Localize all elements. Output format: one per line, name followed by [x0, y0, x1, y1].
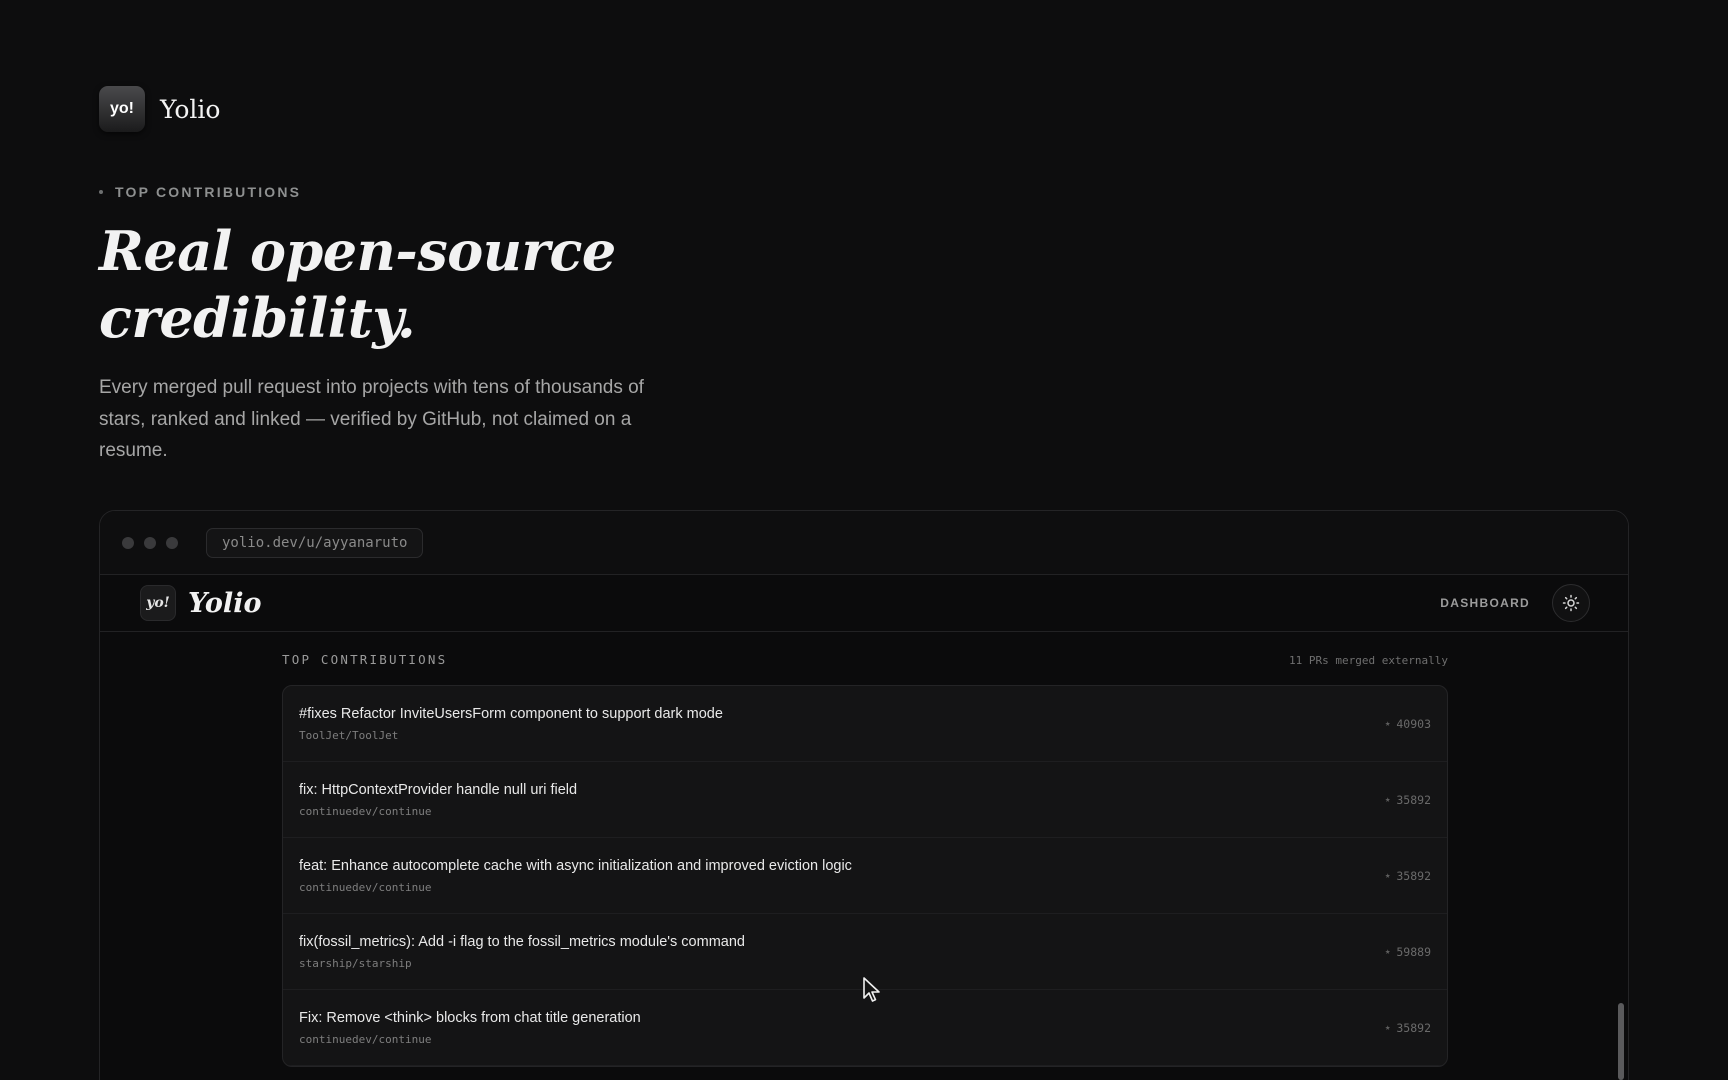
window-close-dot [122, 536, 134, 549]
contributions-header: TOP CONTRIBUTIONS 11 PRs merged external… [282, 632, 1448, 672]
hero-title-line1: Real open-source [99, 219, 616, 283]
pr-stars-count: 35892 [1396, 792, 1431, 807]
pr-title: Fix: Remove <think> blocks from chat tit… [299, 1009, 641, 1026]
eyebrow-dot [99, 190, 103, 194]
theme-toggle-button[interactable] [1552, 584, 1590, 622]
pr-row[interactable]: fix: HttpContextProvider handle null uri… [283, 762, 1447, 838]
pr-stars: ★ 35892 [1385, 793, 1431, 807]
app-brand[interactable]: yo! Yolio [140, 585, 261, 621]
pr-repo: continuedev/continue [299, 880, 432, 894]
contributions-meta: 11 PRs merged externally [1289, 654, 1448, 667]
nav-right: DASHBOARD [1440, 584, 1590, 622]
app-navbar: yo! Yolio DASHBOARD [100, 575, 1628, 632]
pr-title: #fixes Refactor InviteUsersForm componen… [299, 705, 723, 722]
pr-stars: ★ 59889 [1385, 945, 1431, 959]
star-icon: ★ [1384, 870, 1391, 881]
site-header: yo! Yolio [99, 86, 220, 132]
pr-repo: starship/starship [299, 956, 412, 970]
pr-title: fix: HttpContextProvider handle null uri… [299, 781, 578, 798]
app-logo: yo! [140, 585, 176, 621]
app-brand-name: Yolio [188, 587, 262, 619]
pr-stars: ★ 40903 [1385, 717, 1431, 731]
star-icon: ★ [1384, 1022, 1391, 1033]
hero-title: Real open-source credibility. [99, 218, 719, 352]
site-logo[interactable]: yo! [99, 86, 145, 132]
pr-info: Fix: Remove <think> blocks from chat tit… [299, 1010, 641, 1046]
pr-info: fix(fossil_metrics): Add -i flag to the … [299, 934, 745, 970]
pr-info: #fixes Refactor InviteUsersForm componen… [299, 706, 723, 742]
pr-title: feat: Enhance autocomplete cache with as… [299, 857, 852, 874]
browser-url-bar[interactable]: yolio.dev/u/ayyanaruto [206, 527, 424, 558]
pr-stars-count: 59889 [1396, 944, 1431, 959]
hero-eyebrow: TOP CONTRIBUTIONS [99, 184, 301, 200]
nav-dashboard-link[interactable]: DASHBOARD [1440, 596, 1530, 610]
star-icon: ★ [1384, 718, 1391, 729]
sun-icon [1562, 594, 1580, 612]
pr-list: #fixes Refactor InviteUsersForm componen… [282, 685, 1448, 1067]
window-maximize-dot [166, 536, 178, 549]
pr-title: fix(fossil_metrics): Add -i flag to the … [299, 933, 745, 950]
browser-chrome-bar: yolio.dev/u/ayyanaruto [100, 511, 1628, 575]
pr-repo: continuedev/continue [299, 804, 432, 818]
site-brand-name[interactable]: Yolio [160, 95, 220, 124]
hero-title-line2: credibility. [99, 286, 416, 350]
pr-stars-count: 35892 [1396, 1020, 1431, 1035]
pr-repo: continuedev/continue [299, 1032, 432, 1046]
pr-row[interactable]: feat: Enhance autocomplete cache with as… [283, 838, 1447, 914]
star-icon: ★ [1384, 946, 1391, 957]
scrollbar-thumb[interactable] [1618, 1003, 1624, 1080]
pr-stars: ★ 35892 [1385, 1021, 1431, 1035]
contributions-label: TOP CONTRIBUTIONS [282, 652, 448, 667]
window-minimize-dot [144, 536, 156, 549]
pr-row[interactable]: #fixes Refactor InviteUsersForm componen… [283, 686, 1447, 762]
pr-stars-count: 40903 [1396, 716, 1431, 731]
eyebrow-label: TOP CONTRIBUTIONS [115, 184, 302, 200]
pr-stars-count: 35892 [1396, 868, 1431, 883]
pr-repo: ToolJet/ToolJet [299, 728, 399, 742]
pr-info: fix: HttpContextProvider handle null uri… [299, 782, 577, 818]
mouse-cursor-icon [863, 977, 880, 1002]
hero-subtitle: Every merged pull request into projects … [99, 377, 644, 461]
pr-stars: ★ 35892 [1385, 869, 1431, 883]
pr-info: feat: Enhance autocomplete cache with as… [299, 858, 852, 894]
star-icon: ★ [1384, 794, 1391, 805]
